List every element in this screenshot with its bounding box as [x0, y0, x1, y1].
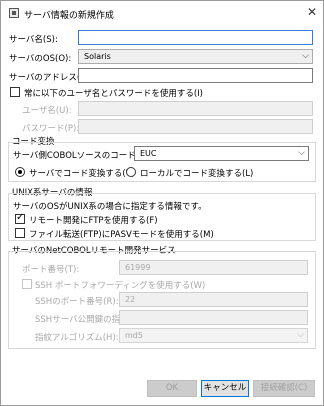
port-label: ポート番号(T): — [22, 265, 80, 275]
pasv-mode-checkbox[interactable] — [15, 228, 25, 238]
radio-local-convert-label: ローカルでコード変換する(L) — [140, 169, 254, 179]
cancel-button[interactable]: キャンセル — [201, 380, 249, 397]
ssh-forward-label: SSH ポートフォワーディングを使用する(W) — [35, 281, 206, 291]
server-name-label: サーバ名(S): — [9, 35, 58, 45]
username-input[interactable] — [78, 101, 313, 116]
title-bar: サーバ情報の新規作成 ✕ — [2, 2, 323, 24]
dialog-window: サーバ情報の新規作成 ✕ サーバ名(S): サーバのOS(O): Solaris… — [0, 0, 324, 406]
radio-server-convert-label: サーバでコード変換する(V) — [29, 169, 135, 179]
server-address-input[interactable] — [78, 68, 313, 83]
unix-info-description: サーバのOSがUNIX系の場合に指定する情報です。 — [13, 202, 207, 212]
checkmark-icon: ✓ — [16, 212, 25, 223]
chevron-down-icon: ⌵ — [297, 330, 304, 340]
remote-ftp-checkbox[interactable]: ✓ — [15, 212, 25, 224]
server-os-label: サーバのOS(O): — [9, 54, 72, 64]
window-title: サーバ情報の新規作成 — [24, 11, 114, 21]
ssh-key-input[interactable] — [119, 310, 308, 325]
server-code-select[interactable]: EUC ⌵ — [134, 146, 309, 161]
chevron-down-icon: ⌵ — [302, 51, 309, 61]
hash-algorithm-select[interactable]: md5 ⌵ — [119, 328, 308, 343]
server-os-select[interactable]: Solaris ⌵ — [78, 49, 313, 64]
ssh-port-input[interactable]: 22 — [119, 292, 308, 307]
radio-local-convert[interactable] — [126, 167, 136, 177]
hash-algorithm-label: 指紋アルゴリズム(H): — [35, 333, 119, 343]
password-label: パスワード(P): — [22, 124, 80, 134]
password-input[interactable] — [78, 119, 313, 134]
ok-button[interactable]: OK — [147, 380, 197, 397]
radio-server-convert[interactable] — [15, 167, 25, 177]
server-name-input[interactable] — [78, 30, 313, 45]
test-connection-button[interactable]: 接続確認(C) — [253, 380, 315, 397]
window-app-icon — [9, 8, 19, 18]
always-use-credentials-label: 常に以下のユーザ名とパスワードを使用する(I) — [24, 89, 203, 99]
ssh-port-label: SSHのポート番号(R): — [35, 297, 119, 307]
close-icon[interactable]: ✕ — [305, 5, 319, 19]
ssh-forward-checkbox[interactable] — [22, 279, 32, 289]
radio-selected-dot — [18, 170, 22, 174]
pasv-mode-label: ファイル転送(FTP)にPASVモードを使用する(M) — [29, 230, 214, 240]
port-input[interactable]: 61999 — [119, 260, 308, 275]
always-use-credentials-checkbox[interactable] — [10, 87, 20, 97]
remote-ftp-label: リモート開発にFTPを使用する(F) — [29, 216, 158, 226]
username-label: ユーザ名(U): — [22, 106, 72, 116]
chevron-down-icon: ⌵ — [298, 148, 305, 158]
